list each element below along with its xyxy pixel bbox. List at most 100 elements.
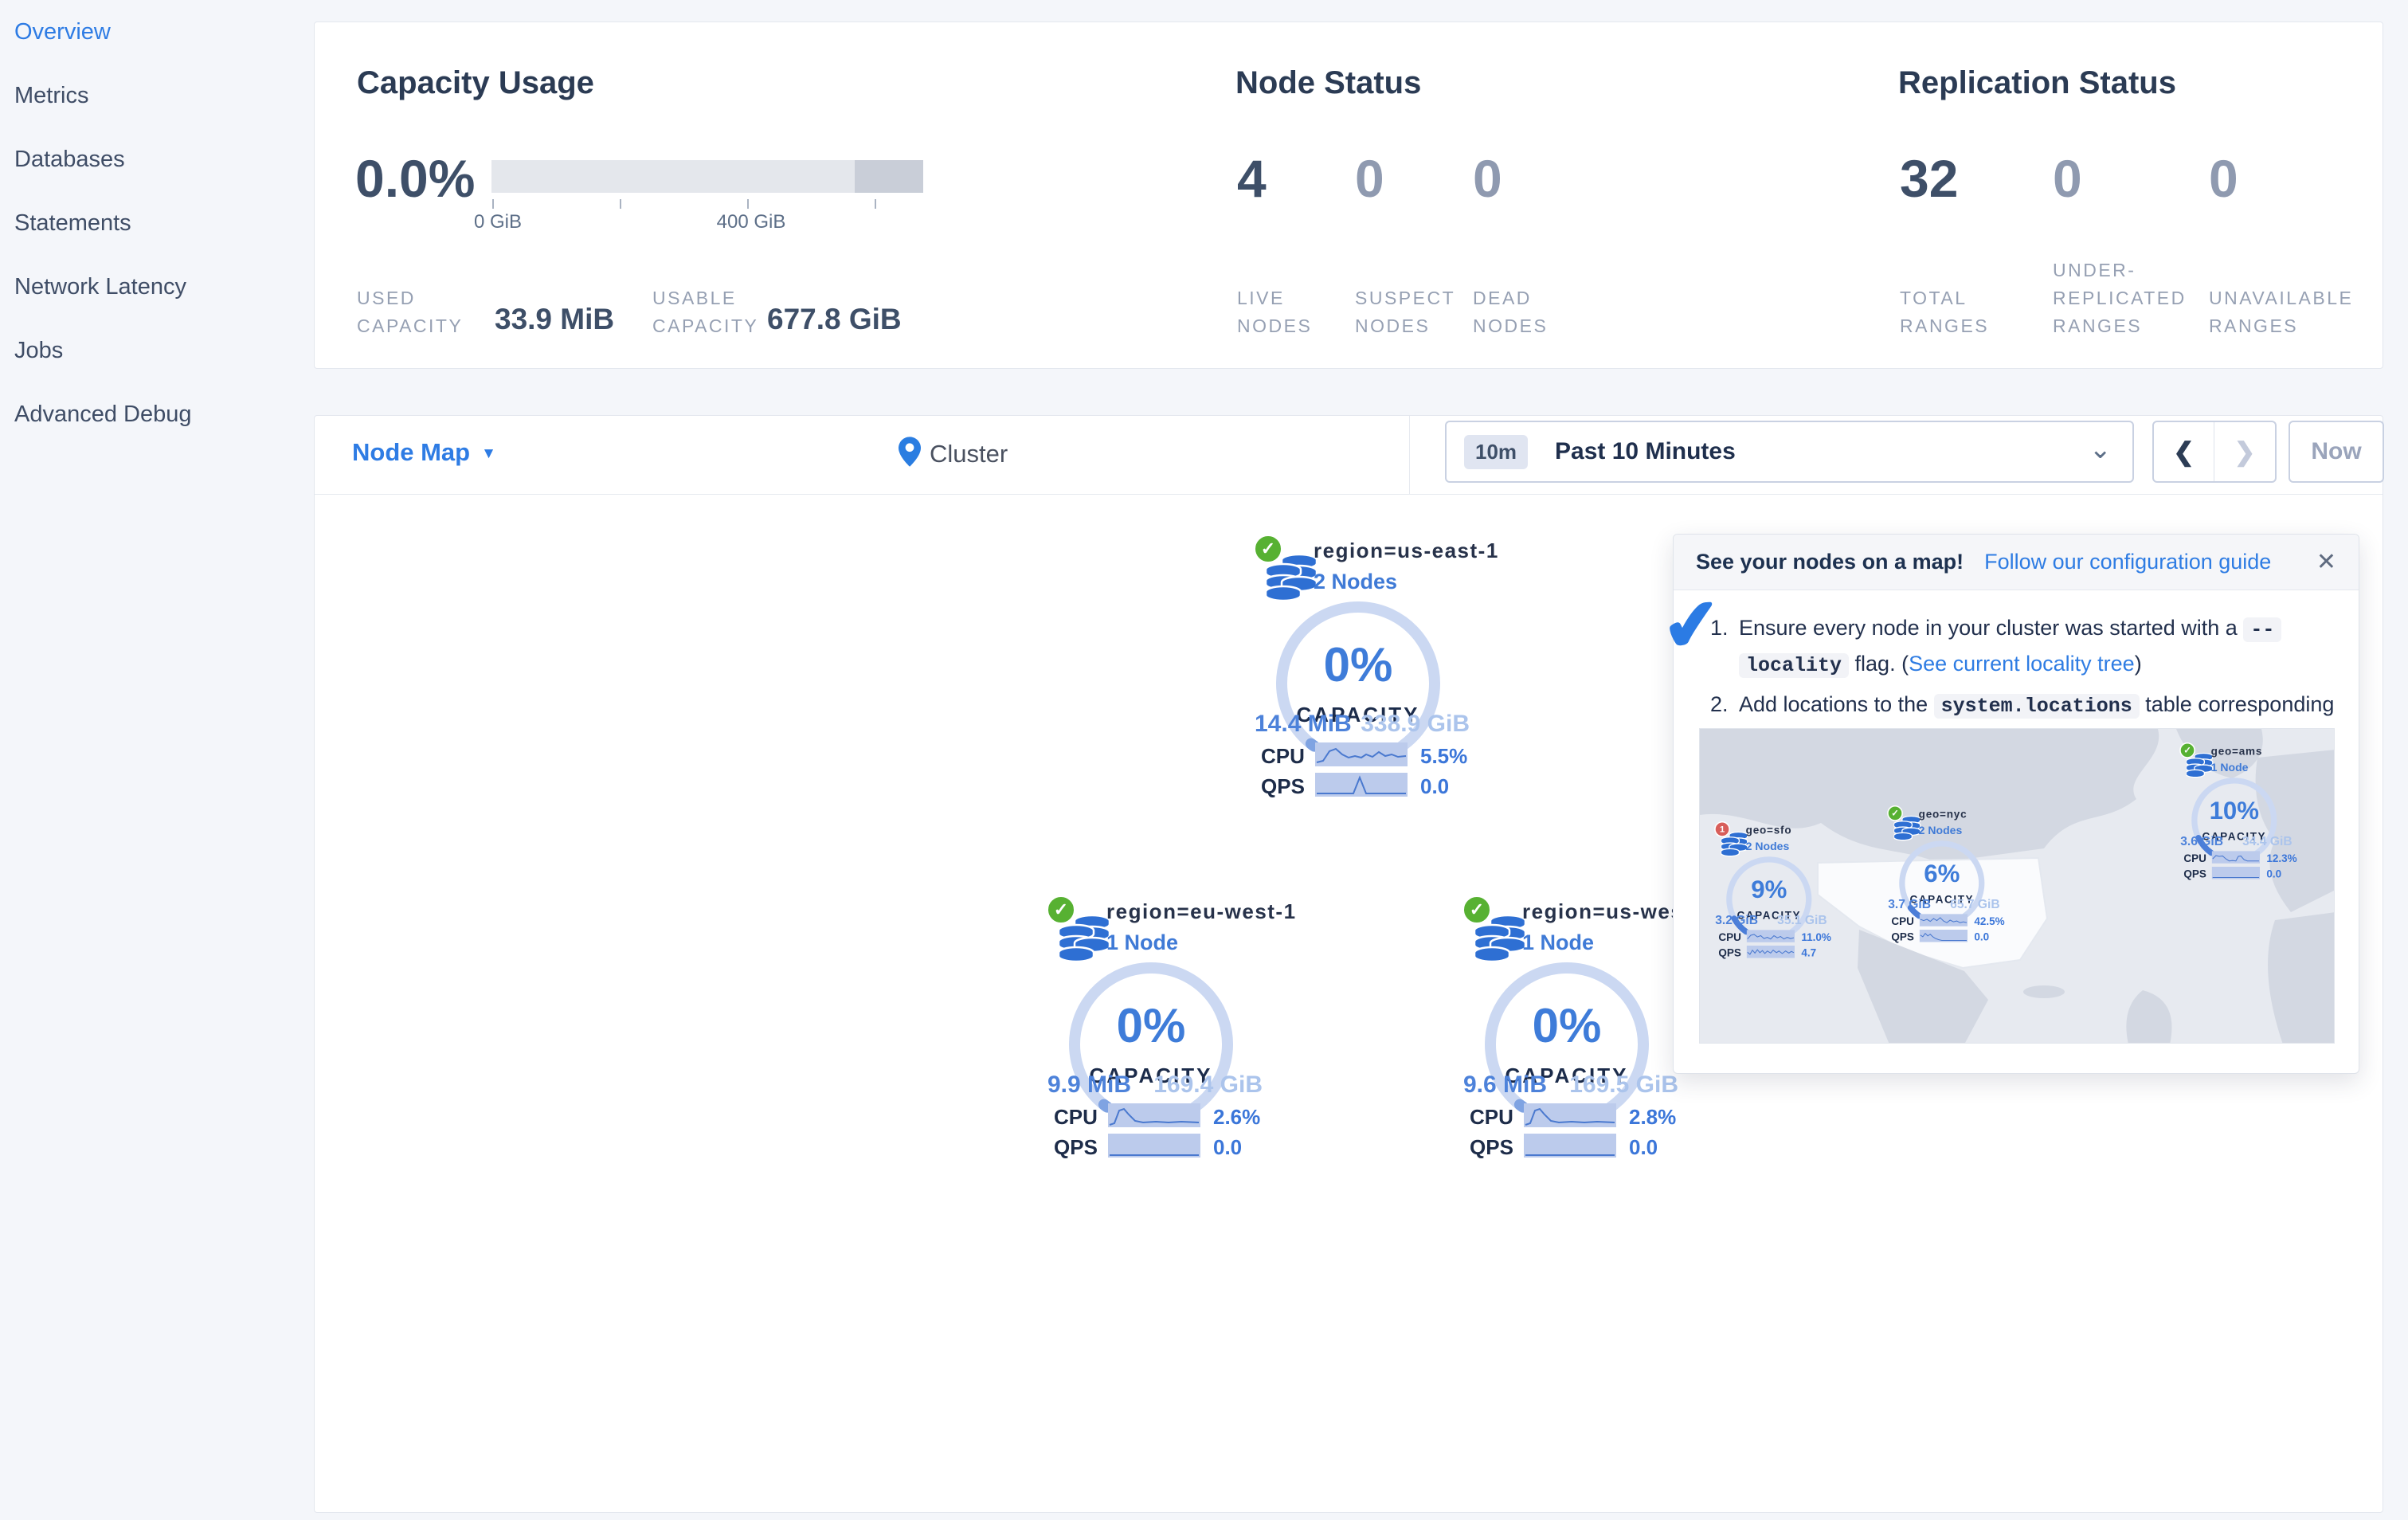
qps-sparkline bbox=[1524, 1134, 1616, 1158]
gauge-percent: 9% bbox=[1751, 876, 1787, 903]
cpu-value: 42.5% bbox=[1974, 915, 2005, 927]
toolbar-divider bbox=[1409, 416, 1410, 495]
cpu-sparkline bbox=[1108, 1103, 1200, 1127]
healthy-check-icon: ✓ bbox=[1253, 534, 1283, 564]
healthy-check-icon: ✓ bbox=[2179, 742, 2195, 758]
region-nodes-link[interactable]: 2 Nodes bbox=[1314, 570, 1499, 594]
region-locality-label: geo=ams bbox=[2210, 745, 2263, 758]
time-back-button[interactable]: ❮ bbox=[2154, 422, 2214, 481]
unavailable-ranges-label: UNAVAILABLE RANGES bbox=[2209, 288, 2354, 336]
qps-value: 0.0 bbox=[1974, 930, 1990, 943]
capacity-axis-tick-400: 400 GiB bbox=[716, 211, 786, 233]
gauge-percent: 0% bbox=[1323, 638, 1393, 691]
region-locality-label: region=eu-west-1 bbox=[1106, 899, 1297, 923]
code-system-locations: system.locations bbox=[1933, 694, 2140, 719]
qps-label: QPS bbox=[1718, 946, 1741, 959]
time-forward-button[interactable]: ❯ bbox=[2214, 422, 2275, 481]
view-mode-dropdown[interactable]: Node Map ▼ bbox=[352, 438, 496, 467]
gauge-percent: 10% bbox=[2209, 797, 2260, 825]
tooltip-title: See your nodes on a map! bbox=[1696, 550, 1964, 574]
sidebar-item-network-latency[interactable]: Network Latency bbox=[0, 271, 313, 335]
usable-capacity-value: 677.8 GiB bbox=[767, 303, 902, 335]
qps-label: QPS bbox=[2183, 868, 2206, 880]
region-total-capacity: 34.4 GiB bbox=[2242, 834, 2292, 848]
capacity-usage-title: Capacity Usage bbox=[357, 65, 594, 100]
cpu-label: CPU bbox=[1261, 744, 1305, 768]
region-locality-label: region=us-east-1 bbox=[1314, 539, 1499, 562]
cluster-overview-card: Capacity Usage 0.0% 0 GiB 400 GiB USED C… bbox=[314, 22, 2383, 369]
warning-badge-icon: 1 bbox=[1714, 821, 1730, 837]
configuration-guide-link[interactable]: Follow our configuration guide bbox=[1984, 550, 2271, 574]
healthy-check-icon: ✓ bbox=[1887, 805, 1903, 821]
qps-value: 4.7 bbox=[1801, 946, 1817, 959]
cpu-label: CPU bbox=[1891, 915, 1914, 927]
sidebar-item-statements[interactable]: Statements bbox=[0, 207, 313, 271]
capacity-axis-tick-0: 0 GiB bbox=[473, 211, 523, 233]
map-pin-icon bbox=[899, 437, 921, 471]
qps-value: 0.0 bbox=[2266, 868, 2282, 880]
live-nodes-label: LIVE NODES bbox=[1237, 288, 1313, 336]
cpu-sparkline bbox=[1524, 1103, 1616, 1127]
total-ranges-count: 32 bbox=[1900, 149, 1959, 208]
qps-value: 0.0 bbox=[1420, 774, 1450, 798]
cpu-label: CPU bbox=[2183, 852, 2206, 864]
used-capacity-value: 33.9 MiB bbox=[495, 303, 615, 335]
cpu-value: 12.3% bbox=[2266, 852, 2297, 864]
qps-value: 0.0 bbox=[1629, 1135, 1658, 1159]
region-used-capacity: 3.2 GiB bbox=[1715, 913, 1758, 927]
under-replicated-ranges-label: UNDER-REPLICATED RANGES bbox=[2053, 260, 2187, 336]
region-group-us-east-1: ✓ region=us-east-1 2 Nodes 0% CAPACITY 1… bbox=[1247, 534, 1581, 809]
capacity-used-percent: 0.0% bbox=[355, 149, 476, 208]
suspect-nodes-count: 0 bbox=[1355, 149, 1384, 208]
capacity-bar-nonusable-segment bbox=[855, 160, 923, 193]
cpu-value: 2.6% bbox=[1213, 1105, 1261, 1129]
sidebar-item-overview[interactable]: Overview bbox=[0, 16, 313, 80]
region-used-capacity: 9.6 MiB bbox=[1463, 1071, 1548, 1098]
close-icon[interactable]: ✕ bbox=[2316, 548, 2336, 576]
qps-label: QPS bbox=[1054, 1135, 1098, 1159]
cpu-label: CPU bbox=[1054, 1105, 1098, 1129]
breadcrumb-cluster[interactable]: Cluster bbox=[930, 440, 1008, 468]
region-used-capacity: 14.4 MiB bbox=[1255, 711, 1352, 737]
gauge-percent: 0% bbox=[1532, 999, 1602, 1052]
sidebar-item-advanced-debug[interactable]: Advanced Debug bbox=[0, 398, 313, 462]
cpu-sparkline bbox=[1315, 742, 1408, 766]
view-mode-label: Node Map bbox=[352, 438, 471, 466]
node-map-setup-tooltip: See your nodes on a map! Follow our conf… bbox=[1658, 534, 2359, 1074]
cpu-sparkline bbox=[2211, 851, 2261, 864]
suspect-nodes-label: SUSPECT NODES bbox=[1355, 288, 1455, 336]
healthy-check-icon: ✓ bbox=[1462, 895, 1492, 925]
dead-nodes-label: DEAD NODES bbox=[1473, 288, 1549, 336]
qps-label: QPS bbox=[1891, 930, 1914, 943]
under-replicated-ranges-count: 0 bbox=[2053, 149, 2082, 208]
region-used-capacity: 9.9 MiB bbox=[1047, 1071, 1132, 1098]
sidebar-item-databases[interactable]: Databases bbox=[0, 143, 313, 207]
qps-label: QPS bbox=[1261, 774, 1305, 798]
time-range-badge: 10m bbox=[1464, 434, 1529, 469]
code-locality-flag: -- bbox=[2243, 617, 2282, 642]
sidebar-item-jobs[interactable]: Jobs bbox=[0, 335, 313, 398]
code-locality-flag: locality bbox=[1739, 653, 1850, 678]
qps-sparkline bbox=[1919, 930, 1968, 942]
now-button[interactable]: Now bbox=[2289, 421, 2384, 483]
locality-tree-link[interactable]: See current locality tree bbox=[1909, 652, 2135, 676]
step-locality-flag: 1. Ensure every node in your cluster was … bbox=[1710, 611, 2335, 683]
usable-capacity-label: USABLE CAPACITY bbox=[652, 288, 759, 336]
region-nodes-link[interactable]: 1 Node bbox=[1106, 930, 1297, 955]
sidebar-item-metrics[interactable]: Metrics bbox=[0, 80, 313, 143]
example-node-map-image: 1 geo=sfo 2 Nodes 9% CAPACITY 3.2 GiB 35… bbox=[1699, 728, 2335, 1044]
cpu-value: 5.5% bbox=[1420, 744, 1468, 768]
total-ranges-label: TOTAL RANGES bbox=[1900, 288, 1990, 336]
qps-sparkline bbox=[1746, 946, 1795, 958]
qps-label: QPS bbox=[1470, 1135, 1513, 1159]
qps-sparkline bbox=[1108, 1134, 1200, 1158]
map-region-geo-nyc: ✓ geo=nyc 2 Nodes 6% CAPACITY 3.7 GiB 65… bbox=[1884, 805, 2058, 948]
cpu-value: 11.0% bbox=[1801, 930, 1831, 943]
region-total-capacity: 65.7 GiB bbox=[1950, 897, 2000, 911]
qps-sparkline bbox=[2211, 867, 2261, 879]
region-used-capacity: 3.6 GiB bbox=[2180, 834, 2223, 848]
replication-status-title: Replication Status bbox=[1898, 65, 2176, 100]
time-range-dropdown[interactable]: 10m Past 10 Minutes ⌄ bbox=[1445, 421, 2134, 483]
region-used-capacity: 3.7 GiB bbox=[1888, 897, 1931, 911]
node-status-title: Node Status bbox=[1235, 65, 1422, 100]
